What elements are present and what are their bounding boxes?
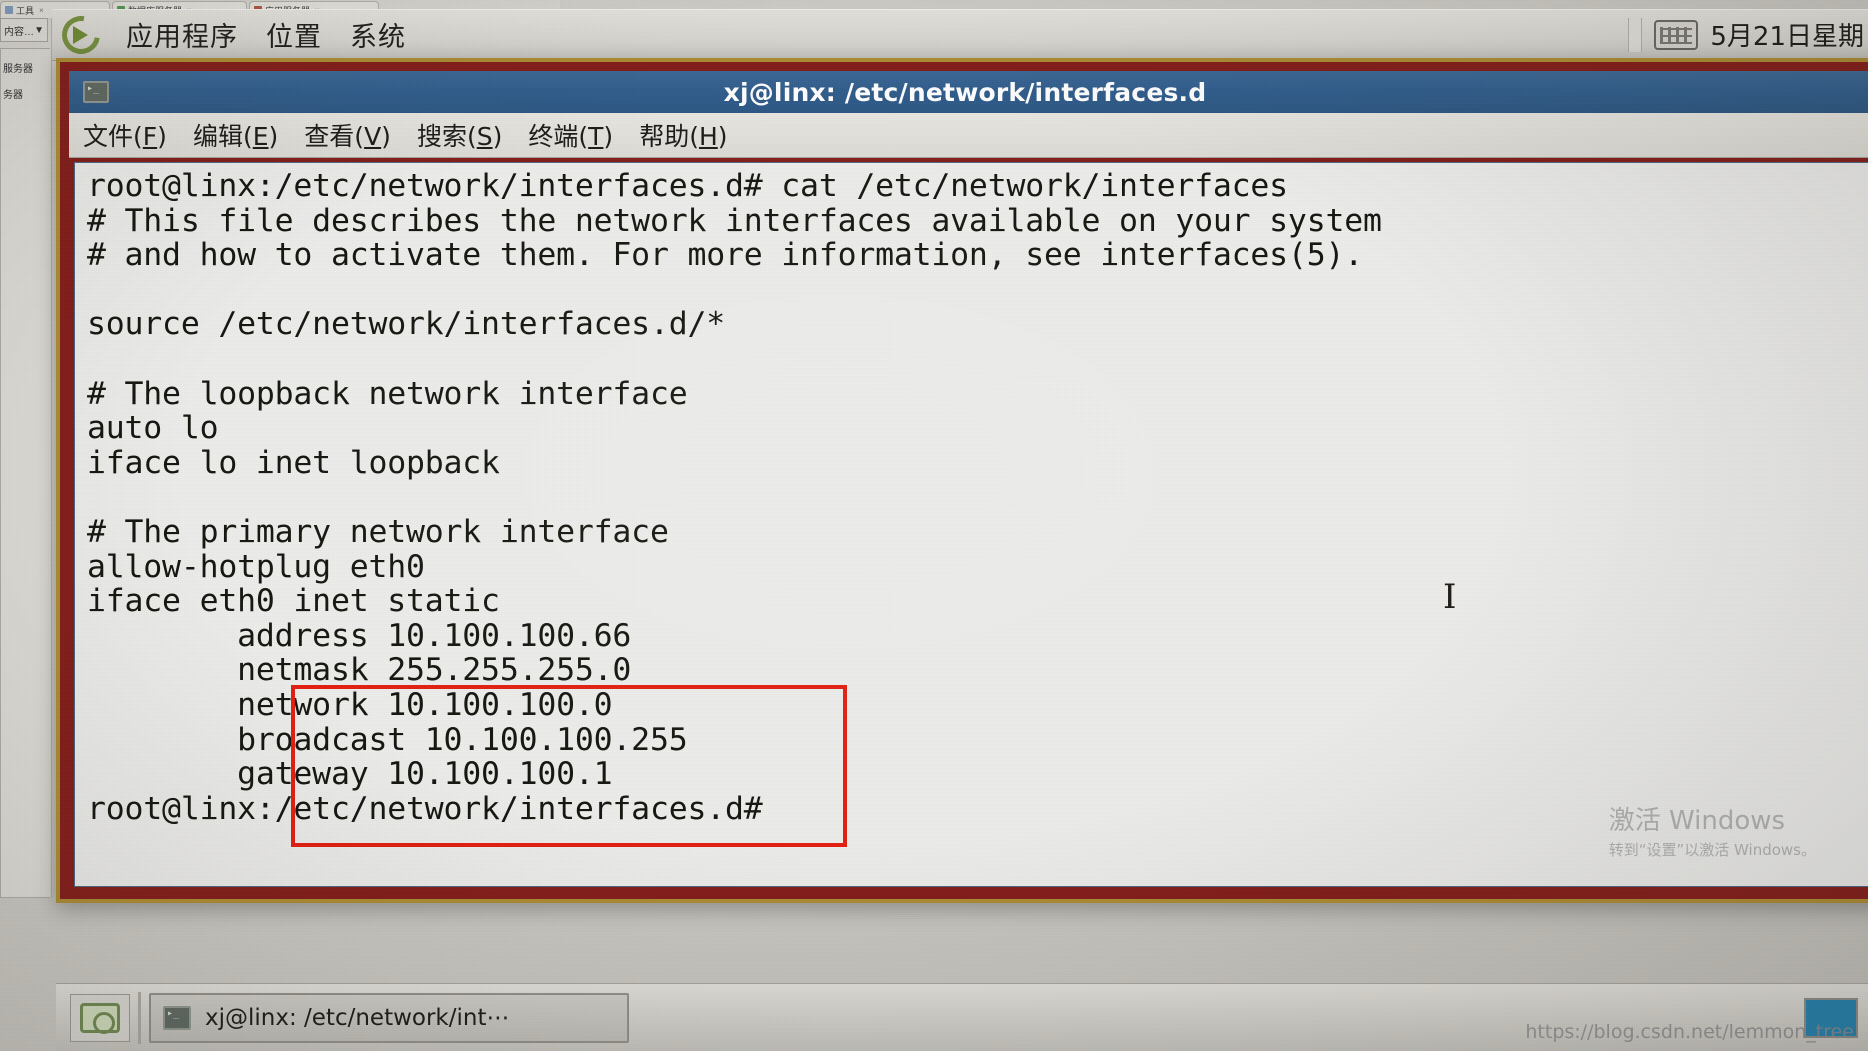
- menu-system[interactable]: 系统: [336, 13, 420, 56]
- menu-file[interactable]: 文件(F): [83, 117, 167, 153]
- panel-separator: [1628, 17, 1643, 52]
- menu-help-accel: H: [698, 122, 718, 151]
- gnome-bottom-taskbar: xj@linx: /etc/network/int⋯: [56, 983, 1868, 1051]
- menu-file-accel: F: [142, 122, 158, 151]
- background-tree-node[interactable]: 务器: [3, 83, 48, 109]
- screen-photo: 工具 × 数据库服务器 × 应用服务器 × 内容… ▼ 服务器 务器 应用程序: [0, 0, 1868, 1051]
- text-cursor-icon: I: [1443, 577, 1457, 617]
- keyboard-icon[interactable]: [1654, 19, 1699, 50]
- menu-search-label: 搜索: [416, 122, 467, 151]
- taskbar-window-button[interactable]: xj@linx: /etc/network/int⋯: [149, 992, 629, 1043]
- menu-view[interactable]: 查看(V): [304, 117, 391, 153]
- terminal-icon: [163, 1005, 191, 1030]
- menu-edit-accel: E: [252, 122, 269, 151]
- menu-search-accel: S: [476, 122, 493, 151]
- menu-view-accel: V: [364, 122, 382, 151]
- menu-help[interactable]: 帮助(H): [639, 117, 727, 153]
- menu-file-label: 文件: [83, 122, 134, 151]
- menu-search[interactable]: 搜索(S): [417, 117, 502, 153]
- menu-terminal-label: 终端: [528, 122, 579, 151]
- background-tab-label: 工具: [16, 5, 35, 16]
- clock-applet[interactable]: 5月21日星期: [1710, 16, 1868, 53]
- menu-edit-label: 编辑: [192, 122, 243, 151]
- taskbar-divider: [138, 991, 141, 1044]
- chevron-down-icon: ▼: [34, 24, 44, 36]
- terminal-window-inner: xj@linx: /etc/network/interfaces.d 文件(F)…: [64, 66, 1868, 895]
- terminal-icon[interactable]: [83, 81, 109, 103]
- taskbar-tray: [1804, 997, 1868, 1038]
- close-icon[interactable]: ×: [39, 6, 44, 15]
- menu-applications[interactable]: 应用程序: [112, 13, 252, 56]
- menu-help-label: 帮助: [639, 122, 690, 151]
- background-tree-node[interactable]: 服务器: [3, 57, 48, 83]
- workspace-switcher-icon[interactable]: [1804, 997, 1858, 1038]
- menu-terminal[interactable]: 终端(T): [528, 117, 613, 153]
- gnome-foot-icon[interactable]: [54, 8, 112, 61]
- gnome-panel-right-tray: 5月21日星期: [1628, 9, 1868, 60]
- tab-favicon-icon: [5, 6, 13, 14]
- gnome-logo-arrow: [73, 25, 88, 44]
- background-server-tree: 服务器 务器: [0, 48, 50, 898]
- gnome-top-panel: 应用程序 位置 系统 5月21日星期: [52, 8, 1868, 61]
- terminal-output-area[interactable]: root@linx:/etc/network/interfaces.d# cat…: [74, 162, 1868, 887]
- taskbar-window-label: xj@linx: /etc/network/int⋯: [205, 1004, 510, 1031]
- menu-terminal-accel: T: [588, 122, 604, 151]
- show-desktop-icon[interactable]: [70, 993, 130, 1042]
- terminal-menubar: 文件(F) 编辑(E) 查看(V) 搜索(S) 终端(T) 帮助(H): [69, 113, 1868, 158]
- terminal-window: xj@linx: /etc/network/interfaces.d 文件(F)…: [56, 58, 1868, 903]
- background-dropdown-label: 内容…: [4, 26, 34, 38]
- menu-edit[interactable]: 编辑(E): [193, 117, 278, 153]
- menu-view-label: 查看: [304, 122, 355, 151]
- menu-places[interactable]: 位置: [252, 13, 336, 56]
- show-desktop-glyph: [80, 1002, 120, 1034]
- terminal-window-title: xj@linx: /etc/network/interfaces.d: [723, 77, 1207, 107]
- terminal-titlebar[interactable]: xj@linx: /etc/network/interfaces.d: [69, 71, 1868, 113]
- background-content-dropdown[interactable]: 内容… ▼: [0, 18, 48, 42]
- terminal-text-content: root@linx:/etc/network/interfaces.d# cat…: [87, 168, 1382, 827]
- background-left-panel: 内容… ▼ 服务器 务器: [0, 18, 52, 898]
